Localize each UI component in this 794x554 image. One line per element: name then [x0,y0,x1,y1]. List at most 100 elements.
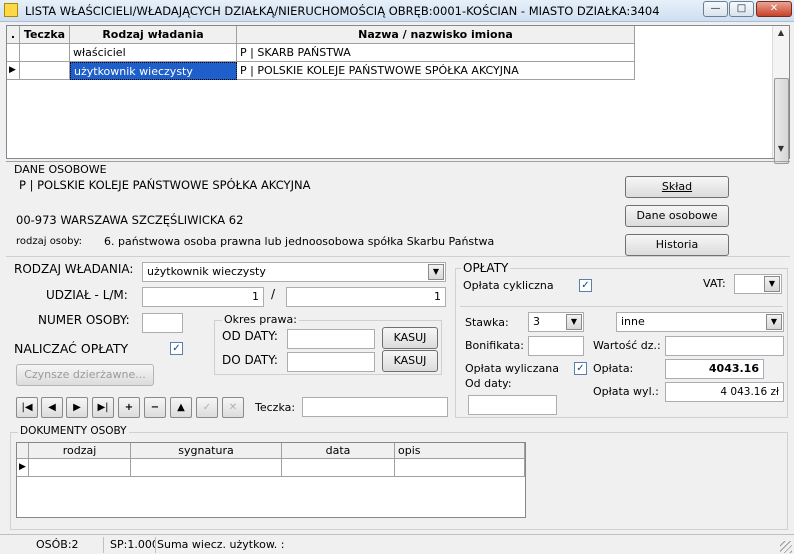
kasuj-od-button[interactable]: KASUJ [382,327,438,349]
maximize-button[interactable]: □ [729,1,754,17]
status-bar: OSÓB:2 SP:1.000( Suma wiecz. użytkow. : [0,534,794,554]
last-record-icon[interactable]: ▶| [92,397,114,418]
post-record-icon[interactable]: ✓ [196,397,218,418]
table-cell-teczka[interactable] [20,62,70,80]
stawka-combo[interactable]: 3 ▼ [528,312,584,332]
section-title-dane-osobowe: DANE OSOBOWE [14,163,107,176]
owners-grid[interactable]: . Teczka Rodzaj władania Nazwa / nazwisk… [6,25,790,159]
sklad-button[interactable]: Skład [625,176,729,198]
resize-grip-icon[interactable] [780,541,792,553]
doc-header-indicator [17,443,29,459]
oplata-wyliczana-label: Opłata wyliczana [465,362,559,375]
stawka-value: 3 [533,315,540,328]
numer-osoby-label: NUMER OSOBY: [38,313,130,327]
documents-grid[interactable]: rodzaj sygnatura data opis ▶ [16,442,526,518]
grid-header-rodzaj[interactable]: Rodzaj władania [70,26,237,44]
row-indicator[interactable] [7,44,20,62]
divider [460,306,783,307]
status-sp: SP:1.000( [106,537,156,553]
table-cell-rodzaj-selected[interactable]: użytkownik wieczysty [70,62,237,80]
table-cell-teczka[interactable] [20,44,70,62]
rodzaj-wladania-label: RODZAJ WŁADANIA: [14,262,134,276]
grid-header-nazwa[interactable]: Nazwa / nazwisko imiona [237,26,635,44]
minimize-button[interactable]: — [703,1,728,17]
bonifikata-label: Bonifikata: [465,339,524,352]
udzial-m-input[interactable]: 1 [286,287,446,307]
vat-label: VAT: [703,277,726,290]
oplata-cykliczna-checkbox[interactable]: ✓ [579,279,592,292]
person-type-value: 6. państwowa osoba prawna lub jednoosobo… [104,235,495,248]
okres-prawa-title: Okres prawa: [222,313,299,326]
app-icon [4,3,18,17]
bonifikata-input[interactable] [528,336,584,356]
first-record-icon[interactable]: |◀ [16,397,38,418]
stawka-type-combo[interactable]: inne ▼ [616,312,784,332]
do-daty-input[interactable] [287,352,375,372]
chevron-down-icon[interactable]: ▼ [764,276,780,292]
doc-header-data[interactable]: data [282,443,395,459]
numer-osoby-input[interactable] [142,313,183,333]
person-name: P | POLSKIE KOLEJE PAŃSTWOWE SPÓŁKA AKCY… [19,178,311,192]
vat-combo[interactable]: ▼ [734,274,782,294]
status-suma: Suma wiecz. użytkow. : [157,538,285,551]
chevron-down-icon[interactable]: ▼ [566,314,582,330]
dokumenty-title: DOKUMENTY OSOBY [18,425,129,437]
table-cell-nazwa[interactable]: P | SKARB PAŃSTWA [237,44,635,62]
udzial-label: UDZIAŁ - L/M: [46,288,128,302]
close-button[interactable]: ✕ [756,1,792,17]
oplata-wyl-label: Opłata wyl.: [593,385,659,398]
teczka-label: Teczka: [255,401,296,414]
grid-header-teczka[interactable]: Teczka [20,26,70,44]
do-daty-label: DO DATY: [222,353,278,367]
window-title: LISTA WŁAŚCICIELI/WŁADAJĄCYCH DZIAŁKĄ/NI… [25,4,660,18]
delete-record-icon[interactable]: − [144,397,166,418]
chevron-down-icon[interactable]: ▼ [428,264,444,280]
teczka-input[interactable] [302,397,448,417]
table-cell[interactable] [395,459,525,477]
oplaty-title: OPŁATY [461,261,511,275]
row-indicator[interactable]: ▶ [7,62,20,80]
status-osob: OSÓB:2 [32,537,104,553]
person-address: 00-973 WARSZAWA SZCZĘŚLIWICKA 62 [16,213,244,227]
oplata-wyliczana-checkbox[interactable]: ✓ [574,362,587,375]
udzial-l-input[interactable]: 1 [142,287,264,307]
dane-osobowe-button[interactable]: Dane osobowe [625,205,729,227]
od-daty-input[interactable] [287,329,375,349]
rodzaj-wladania-combo[interactable]: użytkownik wieczysty ▼ [142,262,446,282]
stawka-label: Stawka: [465,316,509,329]
wartosc-dz-input[interactable] [665,336,784,356]
oplata-label: Opłata: [593,362,634,375]
od-daty-label: OD DATY: [222,329,278,343]
doc-header-rodzaj[interactable]: rodzaj [29,443,131,459]
chevron-down-icon[interactable]: ▼ [766,314,782,330]
add-record-icon[interactable]: + [118,397,140,418]
table-cell-nazwa[interactable]: P | POLSKIE KOLEJE PAŃSTWOWE SPÓŁKA AKCY… [237,62,635,80]
person-type-label: rodzaj osoby: [16,236,83,247]
oplata-input[interactable]: 4043.16 [665,359,764,379]
naliczac-oplaty-checkbox[interactable]: ✓ [170,342,183,355]
cancel-record-icon[interactable]: ✕ [222,397,244,418]
historia-button[interactable]: Historia [625,234,729,256]
divider [6,256,790,257]
table-cell-rodzaj[interactable]: właściciel [70,44,237,62]
oplata-wyl-input[interactable]: 4 043.16 zł [665,382,784,402]
edit-record-icon[interactable]: ▲ [170,397,192,418]
doc-header-sygnatura[interactable]: sygnatura [131,443,282,459]
scroll-down-icon[interactable]: ▼ [775,144,787,154]
scroll-up-icon[interactable]: ▲ [775,28,787,38]
doc-header-opis[interactable]: opis [395,443,525,459]
prev-record-icon[interactable]: ◀ [41,397,63,418]
table-cell[interactable] [131,459,282,477]
table-cell[interactable] [29,459,131,477]
grid-header-indicator: . [7,26,20,44]
naliczac-oplaty-label: NALICZAĆ OPŁATY [14,341,129,356]
next-record-icon[interactable]: ▶ [66,397,88,418]
od-daty-oplaty-input[interactable] [468,395,557,415]
row-indicator[interactable]: ▶ [17,459,29,477]
table-cell[interactable] [282,459,395,477]
czynsze-dzierzawne-button[interactable]: Czynsze dzierżawne... [16,364,154,386]
vertical-scrollbar[interactable]: ▲ ▼ [772,26,789,164]
kasuj-do-button[interactable]: KASUJ [382,350,438,372]
title-bar: LISTA WŁAŚCICIELI/WŁADAJĄCYCH DZIAŁKĄ/NI… [0,0,794,22]
divider [6,161,790,162]
